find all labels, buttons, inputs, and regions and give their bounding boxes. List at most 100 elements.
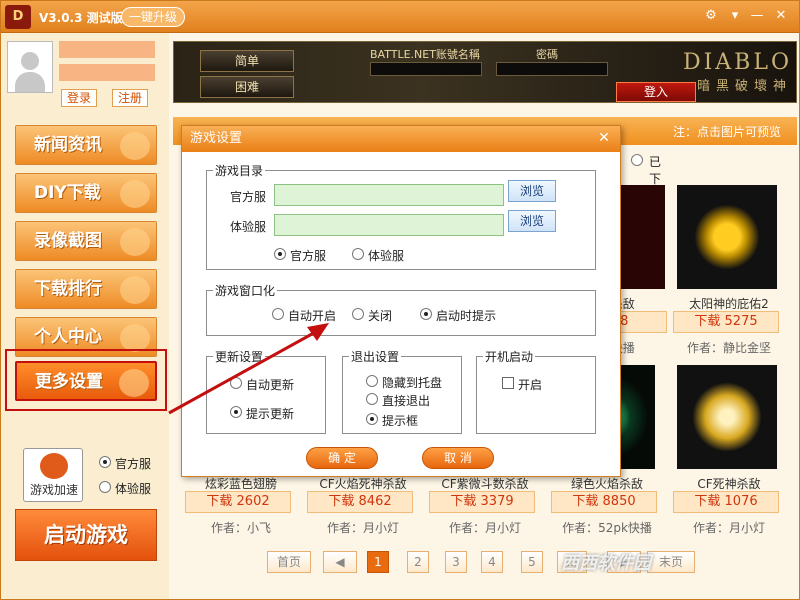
skin-author: 作者：52pk快播 (562, 521, 652, 535)
settings-gear-icon[interactable]: ⚙ (703, 8, 719, 24)
ok-button[interactable]: 确 定 (306, 447, 378, 469)
app-version: V3.0.3 测试版 (39, 11, 123, 25)
skin-author: 作者：小飞 (210, 521, 271, 535)
update-auto-label: 自动更新 (246, 378, 295, 392)
exit-prompt-radio[interactable] (366, 413, 378, 425)
downloaded-radio[interactable] (631, 154, 643, 166)
download-button[interactable]: 下载 2602 (185, 491, 291, 513)
difficulty-hard-button[interactable]: 困难 (200, 76, 294, 98)
startup-label: 开启 (518, 378, 543, 392)
play-icon (120, 228, 150, 256)
exit-legend: 退出设置 (351, 350, 400, 364)
start-game-button[interactable]: 启动游戏 (15, 509, 157, 561)
page-number-button[interactable]: 2 (407, 551, 429, 573)
page-number-button[interactable]: 3 (445, 551, 467, 573)
skin-thumbnail[interactable] (677, 365, 777, 469)
upgrade-button[interactable]: 一键升级 (121, 7, 186, 27)
exit-direct-label: 直接退出 (382, 394, 431, 408)
login-button[interactable]: 登录 (61, 89, 97, 107)
diablo-title: DIABLO (682, 50, 792, 75)
nav-replays-label: 录像截图 (34, 231, 102, 251)
window-off-radio[interactable] (352, 308, 364, 320)
avatar (7, 41, 53, 93)
window-prompt-radio[interactable] (420, 308, 432, 320)
battlenet-banner: 简单 困难 BATTLE.NET账號名稱 密碼 登入 DIABLO 暗黑破壞神 (173, 41, 797, 103)
dialog-title: 游戏设置 (182, 126, 620, 152)
preview-hint: 注：点击图片可预览 (672, 125, 781, 139)
nav-rankings-label: 下载排行 (34, 279, 102, 299)
page-first-button[interactable]: 首页 (267, 551, 311, 573)
password-field[interactable] (59, 64, 155, 81)
register-button[interactable]: 注册 (112, 89, 148, 107)
skin-name: 炫彩蓝色翅膀 (204, 477, 277, 491)
exit-tray-label: 隐藏到托盘 (382, 376, 443, 390)
download-button[interactable]: 下载 1076 (673, 491, 779, 513)
document-icon (120, 276, 150, 304)
skin-name: CF死神杀敌 (697, 477, 761, 491)
left-panel: 登录 注册 新闻资讯 DIY下载 录像截图 下载排行 个人中心 更多设置 游戏加… (1, 33, 169, 599)
nav-rankings[interactable]: 下载排行 (15, 269, 157, 309)
download-button[interactable]: 下载 8462 (307, 491, 413, 513)
dir-radio-trial[interactable] (352, 248, 364, 260)
page-prev-button[interactable]: ◀ (323, 551, 357, 573)
server-radio-trial[interactable] (99, 481, 111, 493)
startup-checkbox[interactable] (502, 377, 514, 389)
skin-card[interactable]: CF死神杀敌 下载 1076 作者：月小灯 (671, 365, 787, 535)
nav-news[interactable]: 新闻资讯 (15, 125, 157, 165)
browse-trial-button[interactable]: 浏览 (508, 210, 556, 232)
diablo-subtitle: 暗黑破壞神 (696, 79, 792, 94)
game-directory-legend: 游戏目录 (215, 164, 264, 178)
download-button[interactable]: 下载 5275 (673, 311, 779, 333)
restore-icon[interactable]: — (749, 8, 765, 24)
trial-dir-input[interactable] (274, 214, 504, 236)
star-icon (120, 132, 150, 160)
dialog-close-icon[interactable]: ✕ (596, 130, 612, 146)
skin-card[interactable]: 太阳神的庇佑2 下载 5275 作者：静比金坚 (671, 185, 787, 355)
skin-author: 作者：月小灯 (326, 521, 399, 535)
skin-author: 作者：月小灯 (692, 521, 765, 535)
nav-profile-label: 个人中心 (34, 327, 102, 347)
exit-direct-radio[interactable] (366, 393, 378, 405)
browse-official-button[interactable]: 浏览 (508, 180, 556, 202)
battlenet-password-label: 密碼 (536, 48, 558, 61)
server-official-label: 官方服 (115, 457, 152, 471)
gear-icon (119, 369, 149, 397)
game-accelerate-button[interactable]: 游戏加速 (23, 448, 83, 502)
server-radio-official[interactable] (99, 456, 111, 468)
update-auto-radio[interactable] (230, 377, 242, 389)
difficulty-easy-button[interactable]: 简单 (200, 50, 294, 72)
skin-thumbnail[interactable] (677, 185, 777, 289)
nav-more-label: 更多设置 (35, 372, 103, 392)
diablo-logo: DIABLO 暗黑破壞神 (624, 50, 792, 96)
exit-tray-radio[interactable] (366, 375, 378, 387)
official-dir-input[interactable] (274, 184, 504, 206)
title-bar: D V3.0.3 测试版 一键升级 ⚙ ▾ — ✕ (1, 1, 799, 33)
hand-icon (120, 180, 150, 208)
nav-replays[interactable]: 录像截图 (15, 221, 157, 261)
window-auto-radio[interactable] (272, 308, 284, 320)
page-number-button[interactable]: 5 (521, 551, 543, 573)
skin-author: 作者：静比金坚 (686, 341, 771, 355)
username-field[interactable] (59, 41, 155, 58)
skin-name: 太阳神的庇佑2 (689, 297, 769, 311)
page-number-button[interactable]: 4 (481, 551, 503, 573)
minimize-icon[interactable]: ▾ (727, 8, 743, 24)
exit-prompt-label: 提示框 (382, 414, 419, 428)
accelerate-label: 游戏加速 (29, 483, 78, 497)
download-button[interactable]: 下载 8850 (551, 491, 657, 513)
cancel-button[interactable]: 取 消 (422, 447, 494, 469)
battlenet-password-input[interactable] (496, 62, 608, 76)
download-button[interactable]: 下载 3379 (429, 491, 535, 513)
update-prompt-label: 提示更新 (246, 407, 295, 421)
page-last-button[interactable]: 末页 (647, 551, 695, 573)
app-logo-icon: D (5, 5, 31, 29)
dir-radio-official[interactable] (274, 248, 286, 260)
server-trial-label: 体验服 (115, 482, 152, 496)
nav-more-settings[interactable]: 更多设置 (15, 361, 157, 401)
update-prompt-radio[interactable] (230, 406, 242, 418)
nav-diy-download[interactable]: DIY下载 (15, 173, 157, 213)
close-icon[interactable]: ✕ (773, 8, 789, 24)
page-number-button[interactable]: 1 (367, 551, 389, 573)
battlenet-account-input[interactable] (370, 62, 482, 76)
window-prompt-label: 启动时提示 (436, 309, 497, 323)
